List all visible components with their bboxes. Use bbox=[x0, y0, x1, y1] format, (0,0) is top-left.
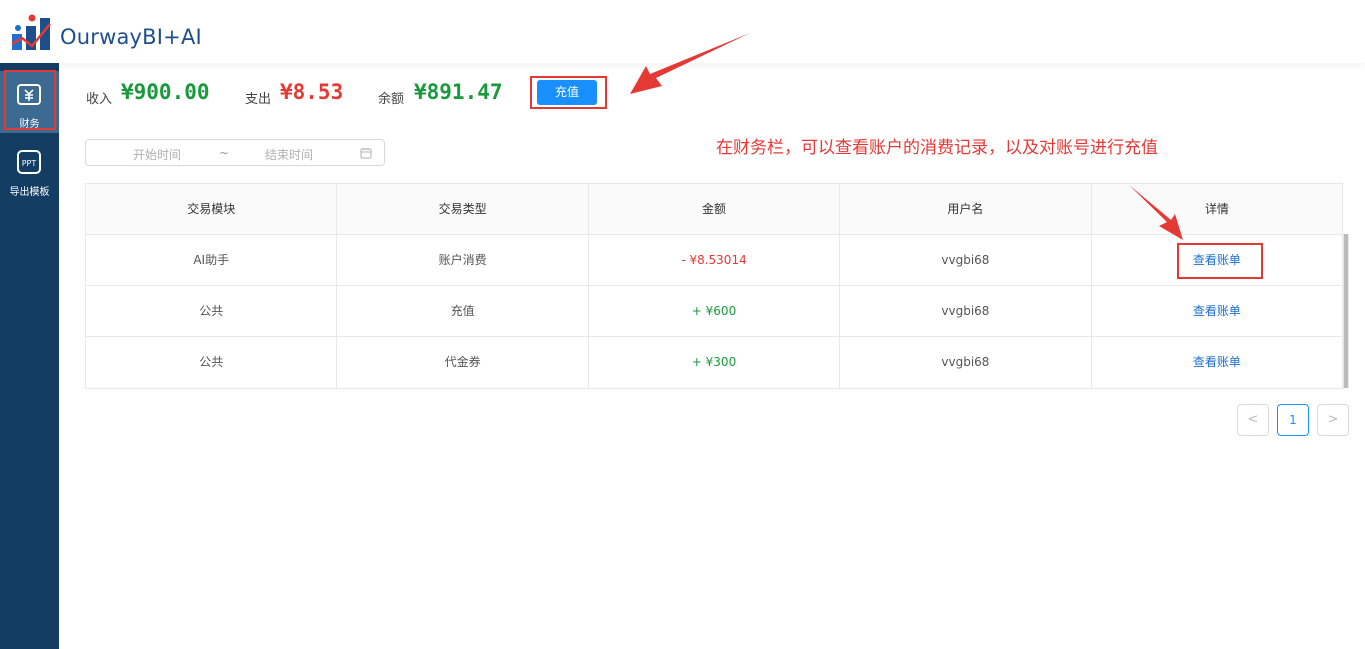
cell-amount: + ¥300 bbox=[589, 337, 841, 388]
annotation-arrow-recharge bbox=[630, 33, 750, 94]
sidebar: 财务 PPT 导出模板 bbox=[0, 63, 59, 649]
logo-icon bbox=[11, 14, 51, 50]
cell-detail: 查看账单 bbox=[1092, 337, 1342, 388]
sidebar-item-label: 导出模板 bbox=[9, 187, 50, 198]
cell-type: 充值 bbox=[337, 286, 589, 336]
app-title: OurwayBI+AI bbox=[60, 25, 202, 49]
highlight-view-bill bbox=[1177, 243, 1263, 279]
sidebar-item-export-template[interactable]: PPT 导出模板 bbox=[0, 143, 59, 205]
ppt-icon: PPT bbox=[17, 150, 41, 174]
start-date-input[interactable]: 开始时间 bbox=[133, 146, 181, 163]
income-value: ¥900.00 bbox=[121, 80, 210, 104]
expense-value: ¥8.53 bbox=[280, 80, 344, 104]
balance-value: ¥891.47 bbox=[414, 80, 503, 104]
view-bill-link[interactable]: 查看账单 bbox=[1193, 355, 1241, 369]
cell-module: 公共 bbox=[86, 286, 338, 336]
annotation-text: 在财务栏，可以查看账户的消费记录，以及对账号进行充值 bbox=[716, 138, 1158, 158]
cell-user: vvgbi68 bbox=[840, 235, 1092, 285]
scrollbar-thumb[interactable] bbox=[1344, 234, 1348, 388]
date-separator: ~ bbox=[219, 146, 230, 160]
table-row: 公共 充值 + ¥600 vvgbi68 查看账单 bbox=[86, 286, 1342, 337]
column-header: 交易模块 bbox=[86, 184, 338, 234]
cell-user: vvgbi68 bbox=[840, 337, 1092, 388]
end-date-input[interactable]: 结束时间 bbox=[265, 146, 313, 163]
cell-amount: - ¥8.53014 bbox=[589, 235, 841, 285]
cell-module: AI助手 bbox=[86, 235, 338, 285]
cell-detail: 查看账单 bbox=[1092, 286, 1342, 336]
annotation-arrow-view-bill bbox=[1129, 185, 1183, 240]
column-header: 用户名 bbox=[840, 184, 1092, 234]
table-scrollbar[interactable] bbox=[1343, 234, 1349, 388]
cell-type: 代金券 bbox=[337, 337, 589, 388]
date-range-picker[interactable]: 开始时间 ~ 结束时间 bbox=[85, 139, 385, 166]
cell-module: 公共 bbox=[86, 337, 338, 388]
cell-user: vvgbi68 bbox=[840, 286, 1092, 336]
next-page-button[interactable]: > bbox=[1317, 404, 1349, 436]
column-header: 交易类型 bbox=[337, 184, 589, 234]
income-label: 收入 bbox=[86, 92, 113, 107]
column-header: 金额 bbox=[589, 184, 841, 234]
svg-text:PPT: PPT bbox=[22, 159, 37, 168]
expense-label: 支出 bbox=[245, 92, 272, 107]
balance-label: 余额 bbox=[378, 92, 405, 107]
calendar-icon bbox=[360, 148, 372, 159]
cell-amount: + ¥600 bbox=[589, 286, 841, 336]
page-number-button[interactable]: 1 bbox=[1277, 404, 1309, 436]
cell-type: 账户消费 bbox=[337, 235, 589, 285]
highlight-finance bbox=[4, 70, 56, 130]
view-bill-link[interactable]: 查看账单 bbox=[1193, 304, 1241, 318]
prev-page-button[interactable]: < bbox=[1237, 404, 1269, 436]
table-row: 公共 代金券 + ¥300 vvgbi68 查看账单 bbox=[86, 337, 1342, 388]
highlight-recharge bbox=[530, 76, 607, 109]
